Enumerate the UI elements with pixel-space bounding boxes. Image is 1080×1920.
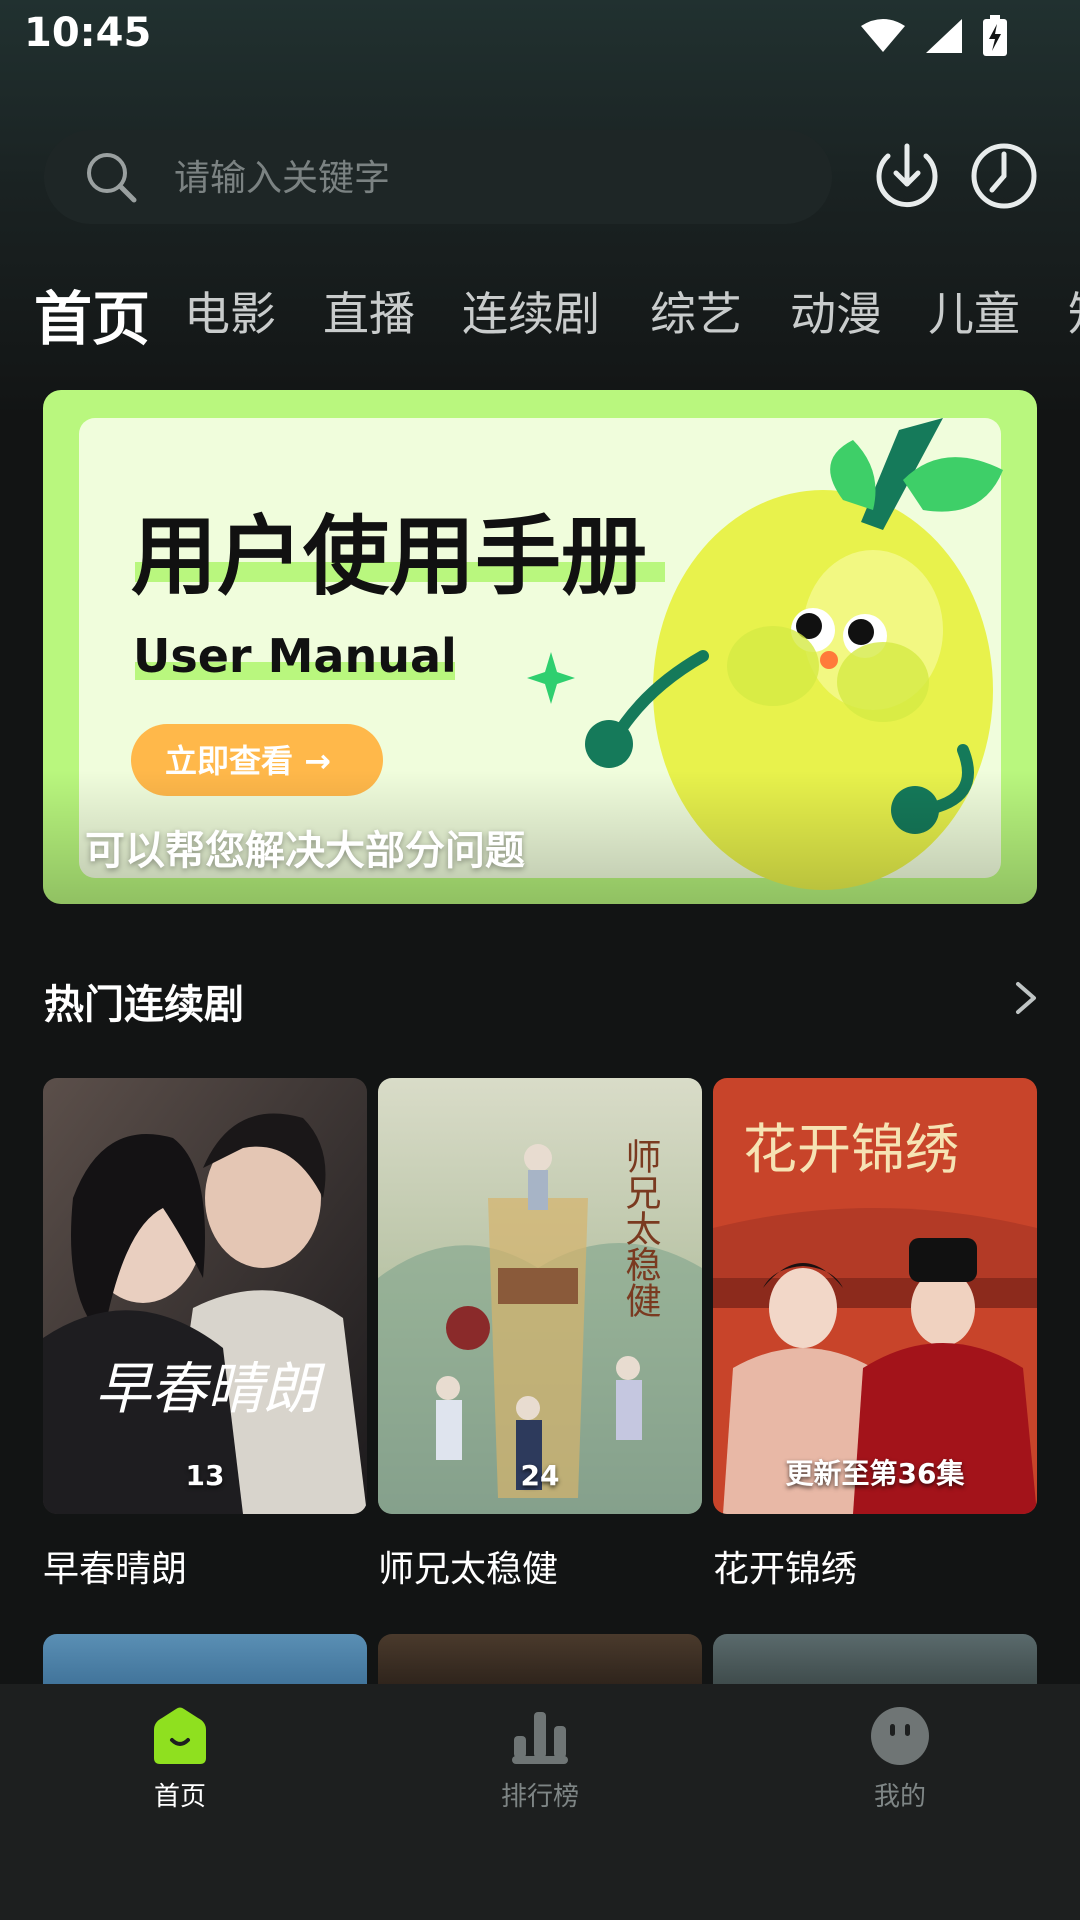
poster-title-art: 花开锦绣 (743, 1118, 959, 1181)
signal-icon (926, 19, 962, 53)
poster-image: 花开锦绣 (713, 1078, 1037, 1514)
bottom-navigation: 首页 排行榜 我的 (0, 1684, 1080, 1920)
poster-image: 师兄太稳健 (378, 1078, 702, 1514)
user-manual-banner[interactable]: 用户使用手册 User Manual 立即查看 → 可以帮您解决大部分问题 (43, 390, 1037, 904)
download-icon[interactable] (876, 142, 938, 210)
wifi-icon (861, 19, 905, 52)
banner-headline: 用户使用手册 (131, 507, 647, 607)
nav-home[interactable]: 首页 (80, 1706, 280, 1813)
nav-home-label: 首页 (153, 1782, 206, 1812)
category-tabs: 首页 电影 直播 连续剧 综艺 动漫 儿童 知 (0, 270, 1080, 350)
banner-subheadline: User Manual (133, 629, 457, 683)
drama-poster[interactable]: 早春晴朗 13 (43, 1078, 367, 1514)
poster-image: 早春晴朗 (43, 1078, 367, 1514)
nav-profile-label: 我的 (873, 1782, 926, 1812)
profile-face-icon (871, 1707, 929, 1765)
status-bar: 10:45 (0, 0, 1080, 72)
drama-title[interactable]: 师兄太稳健 (378, 1540, 702, 1592)
nav-profile[interactable]: 我的 (800, 1706, 1000, 1813)
drama-title[interactable]: 早春晴朗 (43, 1540, 367, 1592)
search-icon (87, 153, 137, 203)
tab-home[interactable]: 首页 (34, 272, 150, 350)
drama-poster[interactable]: 师兄太稳健 24 (378, 1078, 702, 1514)
battery-charging-icon (983, 15, 1007, 56)
bar-chart-icon (512, 1712, 568, 1764)
status-time: 10:45 (24, 10, 152, 56)
tab-anime[interactable]: 动漫 (790, 278, 882, 344)
tab-live[interactable]: 直播 (323, 278, 415, 344)
drama-card-1[interactable]: 早春晴朗 13 早春晴朗 (43, 1078, 367, 1592)
poster-title-art: 早春晴朗 (95, 1357, 326, 1422)
nav-ranking[interactable]: 排行榜 (440, 1706, 640, 1813)
tab-variety[interactable]: 综艺 (650, 278, 742, 344)
drama-title[interactable]: 花开锦绣 (713, 1540, 1037, 1592)
search-bar[interactable] (44, 130, 832, 224)
drama-card-3[interactable]: 花开锦绣 更新至第36集 花开锦绣 (713, 1078, 1037, 1592)
section-title-hot-series: 热门连续剧 (44, 982, 244, 1028)
tab-knowledge[interactable]: 知 (1068, 278, 1080, 344)
home-smile-icon (154, 1707, 206, 1764)
tab-series[interactable]: 连续剧 (462, 278, 600, 344)
drama-card-2[interactable]: 师兄太稳健 24 师兄太稳健 (378, 1078, 702, 1592)
drama-poster[interactable]: 花开锦绣 更新至第36集 (713, 1078, 1037, 1514)
episode-badge: 24 (520, 1459, 560, 1492)
history-clock-icon[interactable] (970, 142, 1038, 210)
episode-badge: 更新至第36集 (785, 1457, 965, 1490)
status-icons (860, 14, 1008, 58)
nav-ranking-label: 排行榜 (500, 1782, 579, 1812)
tab-movies[interactable]: 电影 (184, 278, 276, 344)
tab-kids[interactable]: 儿童 (928, 278, 1020, 344)
search-input[interactable] (172, 148, 776, 208)
episode-badge: 13 (185, 1459, 225, 1492)
banner-caption: 可以帮您解决大部分问题 (85, 828, 525, 874)
poster-title-art: 师兄太稳健 (620, 1138, 661, 1318)
chevron-right-icon[interactable] (1012, 978, 1040, 1018)
